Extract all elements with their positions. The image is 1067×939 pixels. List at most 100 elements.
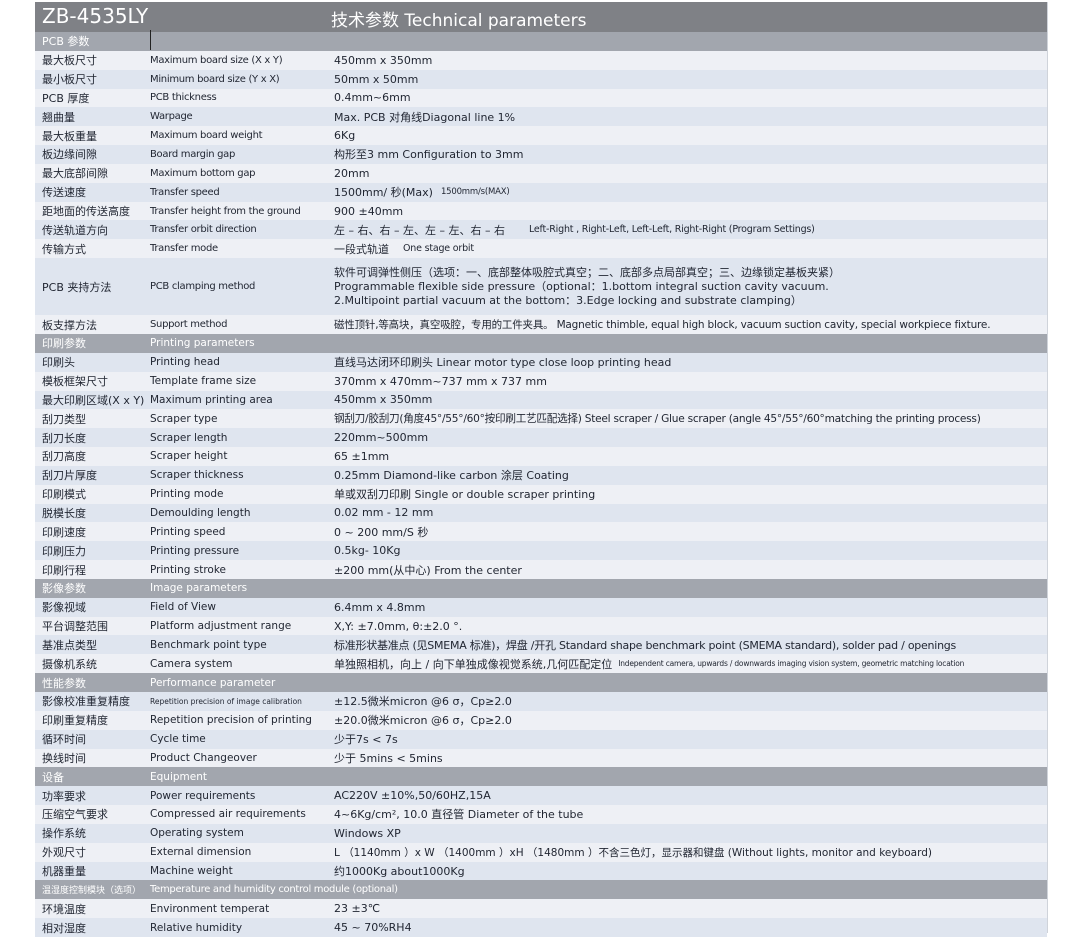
param-value: 370mm x 470mm~737 mm x 737 mm [330, 372, 1047, 391]
param-value: 一段式轨道 One stage orbit [330, 239, 1047, 258]
param-name-en: Printing head [150, 356, 220, 369]
spec-row: 环境温度 Environment temperat 23 ±3℃ [35, 899, 1047, 919]
param-value-text: 6.4mm x 4.8mm [334, 600, 426, 614]
param-name-en: Board margin gap [150, 148, 236, 160]
spec-row: 相对湿度 Relative humidity 45 ~ 70%RH4 [35, 918, 1047, 937]
param-value: 50mm x 50mm [330, 70, 1047, 89]
param-name-cn: 压缩空气要求 [42, 808, 108, 822]
param-name-cn: 传送轨道方向 [42, 223, 108, 237]
param-name-en: Benchmark point type [150, 638, 267, 651]
spec-row: 影像校准重复精度 Repetition precision of image ca… [35, 692, 1047, 711]
param-name-en: Demoulding length [150, 506, 251, 519]
param-name-en: Printing stroke [150, 563, 226, 576]
param-name-cn: 摄像机系统 [42, 657, 97, 671]
param-name-en: Scraper height [150, 450, 228, 463]
param-name-cn: 刮刀片厚度 [42, 469, 97, 483]
param-value: ±12.5微米micron @6 σ，Cp≥2.0 [330, 692, 1047, 711]
spec-row: 功率要求 Power requirements AC220V ±10%,50/60H… [35, 786, 1047, 806]
section-label-en: Image parameters [150, 582, 248, 595]
spec-row: 模板框架尺寸 Template frame size 370mm x 470mm~7… [35, 371, 1047, 391]
spec-row: 最大板重量 Maximum board weight 6Kg [35, 126, 1047, 146]
param-value-text: 约1000Kg about1000Kg [334, 865, 465, 879]
model-number: ZB-4535LY [42, 4, 149, 28]
param-name-cn: 外观尺寸 [42, 846, 86, 860]
spec-row: 印刷速度 Printing speed 0 ~ 200 mm/S 秒 [35, 522, 1047, 542]
spec-row: 摄像机系统 Camera system 单独照相机，向上 / 向下单独成像视觉系统,… [35, 654, 1047, 674]
param-value: 23 ±3℃ [330, 899, 1047, 918]
param-value-text: 单独照相机，向上 / 向下单独成像视觉系统,几何匹配定位 [334, 657, 613, 671]
param-value-text: 构形至3 mm Configuration to 3mm [334, 148, 524, 162]
param-name-cn: 最大板尺寸 [42, 54, 97, 68]
spec-row: PCB 夹持方法 PCB clamping method 软件可调弹性侧压（选项：一… [35, 258, 1047, 316]
param-value-text: 450mm x 350mm [334, 53, 433, 67]
section-label-en: Equipment [150, 770, 207, 783]
section-label-en [148, 32, 330, 51]
section-header-row: 印刷参数 Printing parameters [35, 333, 1047, 353]
param-value: 6Kg [330, 126, 1047, 145]
param-value-text: 0.4mm~6mm [334, 91, 411, 105]
param-name-cn: PCB 厚度 [42, 91, 90, 105]
spec-row: 操作系统 Operating system Windows XP [35, 823, 1047, 843]
param-name-en: External dimension [150, 846, 252, 859]
param-name-cn: 传送速度 [42, 186, 86, 200]
section-label-en: Printing parameters [150, 337, 255, 350]
param-name-en: Camera system [150, 657, 233, 670]
param-name-en: Printing pressure [150, 544, 240, 557]
param-value-text: 450mm x 350mm [334, 393, 433, 407]
param-name-cn: 印刷重复精度 [42, 714, 108, 728]
spec-row: 翘曲量 Warpage Max. PCB 对角线Diagonal line 1% [35, 107, 1047, 127]
section-label-cn: 温湿度控制模块（选项） [42, 886, 142, 897]
param-value-text: L （1140mm ）x W （1400mm ）xH （1480mm ）不含三色… [334, 846, 932, 859]
param-name-cn: 印刷速度 [42, 525, 86, 539]
param-value-text: 23 ±3℃ [334, 902, 381, 916]
param-name-en: Repetition precision of printing [150, 714, 312, 727]
param-value-line: Programmable flexible side pressure（opti… [334, 279, 829, 293]
spec-row: 刮刀高度 Scraper height 65 ±1mm [35, 447, 1047, 466]
param-name-cn: 板边缘间隙 [42, 148, 97, 162]
param-name-cn: 印刷头 [42, 356, 75, 370]
param-name-cn: 翘曲量 [42, 110, 75, 124]
text-cursor [150, 30, 151, 50]
param-value-text: 0.25mm Diamond-like carbon 涂层 Coating [334, 469, 569, 483]
param-name-cn: 传输方式 [42, 242, 86, 256]
spec-row: 最大底部间隙 Maximum bottom gap 20mm [35, 163, 1047, 183]
param-name-en: Relative humidity [150, 921, 243, 934]
spec-row: 印刷重复精度 Repetition precision of printing ±2… [35, 710, 1047, 730]
param-name-cn: PCB 夹持方法 [42, 280, 112, 294]
spec-row: 印刷行程 Printing stroke ±200 mm(从中心) From the… [35, 560, 1047, 579]
param-value: 4~6Kg/cm², 10.0 直径管 Diameter of the tube [330, 805, 1047, 824]
sheet-header: ZB-4535LY 技术参数 Technical parameters [35, 2, 1047, 32]
param-value: X,Y: ±7.0mm, θ:±2.0 °. [330, 617, 1047, 636]
param-value-text: X,Y: ±7.0mm, θ:±2.0 °. [334, 619, 463, 633]
param-value: 钢刮刀/胶刮刀(角度45°/55°/60°按印刷工艺匹配选择) Steel sc… [330, 409, 1047, 428]
param-name-en: Operating system [150, 827, 244, 840]
spec-row: 最小板尺寸 Minimum board size (Y x X) 50mm x 50… [35, 69, 1047, 89]
param-value: 450mm x 350mm [330, 391, 1047, 410]
spec-row: PCB 厚度 PCB thickness 0.4mm~6mm [35, 88, 1047, 108]
spec-row: 传送轨道方向 Transfer orbit direction 左 – 右、右 – … [35, 220, 1047, 240]
param-name-cn: 距地面的传送高度 [42, 205, 130, 219]
param-value: ±20.0微米micron @6 σ，Cp≥2.0 [330, 711, 1047, 730]
spec-row: 印刷模式 Printing mode 单或双刮刀印刷 Single or doubl… [35, 484, 1047, 504]
param-name-en: Template frame size [150, 375, 257, 388]
param-value: Windows XP [330, 824, 1047, 843]
param-name-en: Cycle time [150, 733, 206, 746]
param-value-text: 370mm x 470mm~737 mm x 737 mm [334, 374, 547, 388]
param-value-text: 左 – 右、右 – 左、左 – 左、右 – 右 [334, 223, 505, 237]
param-name-en: Transfer orbit direction [150, 224, 257, 236]
spec-row: 刮刀片厚度 Scraper thickness 0.25mm Diamond-lik… [35, 465, 1047, 485]
param-value-text: 50mm x 50mm [334, 72, 419, 86]
spec-row: 外观尺寸 External dimension L （1140mm ）x W （14… [35, 842, 1047, 862]
param-value: 450mm x 350mm [330, 51, 1047, 70]
section-label-cn: 影像参数 [42, 582, 86, 596]
param-name-en: Product Changeover [150, 751, 257, 764]
param-value: 直线马达闭环印刷头 Linear motor type close loop p… [330, 353, 1047, 372]
param-value-text: 0.02 mm - 12 mm [334, 506, 434, 520]
param-name-en: Repetition precision of image calibratio… [150, 696, 302, 706]
spec-row: 机器重量 Machine weight 约1000Kg about1000Kg [35, 861, 1047, 881]
param-value: 少于7s < 7s [330, 730, 1047, 749]
param-name-cn: 影像校准重复精度 [42, 695, 130, 709]
param-value-note: 1500mm/s(MAX) [440, 187, 510, 198]
param-value: 构形至3 mm Configuration to 3mm [330, 145, 1047, 164]
param-name-cn: 刮刀长度 [42, 431, 86, 445]
